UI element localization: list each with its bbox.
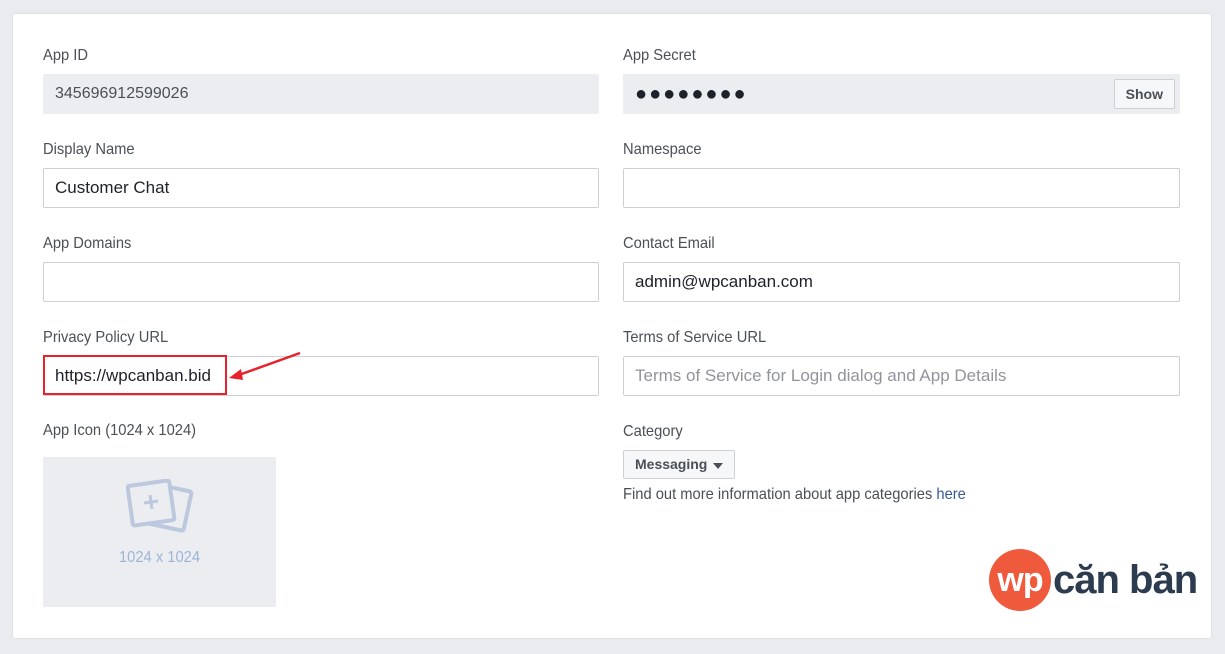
namespace-label: Namespace (623, 141, 702, 158)
terms-of-service-url-label: Terms of Service URL (623, 329, 767, 346)
app-id-label: App ID (43, 47, 89, 64)
privacy-policy-url-input[interactable]: https://wpcanban.bid (43, 356, 599, 396)
category-info-link[interactable]: here (936, 486, 965, 503)
logo-text: căn bản (1053, 557, 1198, 602)
app-icon-size-text: 1024 x 1024 (118, 549, 201, 566)
category-info-text: Find out more information about app cate… (623, 486, 966, 504)
display-name-label: Display Name (43, 141, 135, 158)
terms-of-service-url-input[interactable]: Terms of Service for Login dialog and Ap… (623, 356, 1180, 396)
privacy-policy-url-label: Privacy Policy URL (43, 329, 169, 346)
category-info-message: Find out more information about app cate… (623, 486, 937, 503)
app-icon-label: App Icon (1024 x 1024) (43, 422, 197, 439)
contact-email-label: Contact Email (623, 235, 715, 252)
app-secret-field: ●●●●●●●● Show (623, 74, 1180, 114)
app-icon-upload[interactable]: 1024 x 1024 (43, 457, 276, 607)
category-label: Category (623, 423, 683, 440)
annotation-arrow-icon (229, 351, 301, 380)
show-secret-button[interactable]: Show (1113, 79, 1175, 109)
logo-circle: wp (989, 549, 1051, 611)
category-selected-value: Messaging (635, 456, 708, 472)
caret-down-icon (713, 462, 724, 469)
category-dropdown[interactable]: Messaging (623, 450, 736, 479)
add-photo-icon (126, 479, 194, 533)
app-id-field: 345696912599026 (43, 74, 599, 114)
app-domains-input[interactable] (43, 262, 599, 302)
display-name-input[interactable]: Customer Chat (43, 168, 599, 208)
app-domains-label: App Domains (43, 235, 132, 252)
app-secret-masked-value: ●●●●●●●● (635, 83, 748, 105)
namespace-input[interactable] (623, 168, 1180, 208)
app-secret-label: App Secret (623, 47, 696, 64)
wpcanban-logo: wp căn bản (989, 549, 1198, 611)
contact-email-input[interactable]: admin@wpcanban.com (623, 262, 1180, 302)
